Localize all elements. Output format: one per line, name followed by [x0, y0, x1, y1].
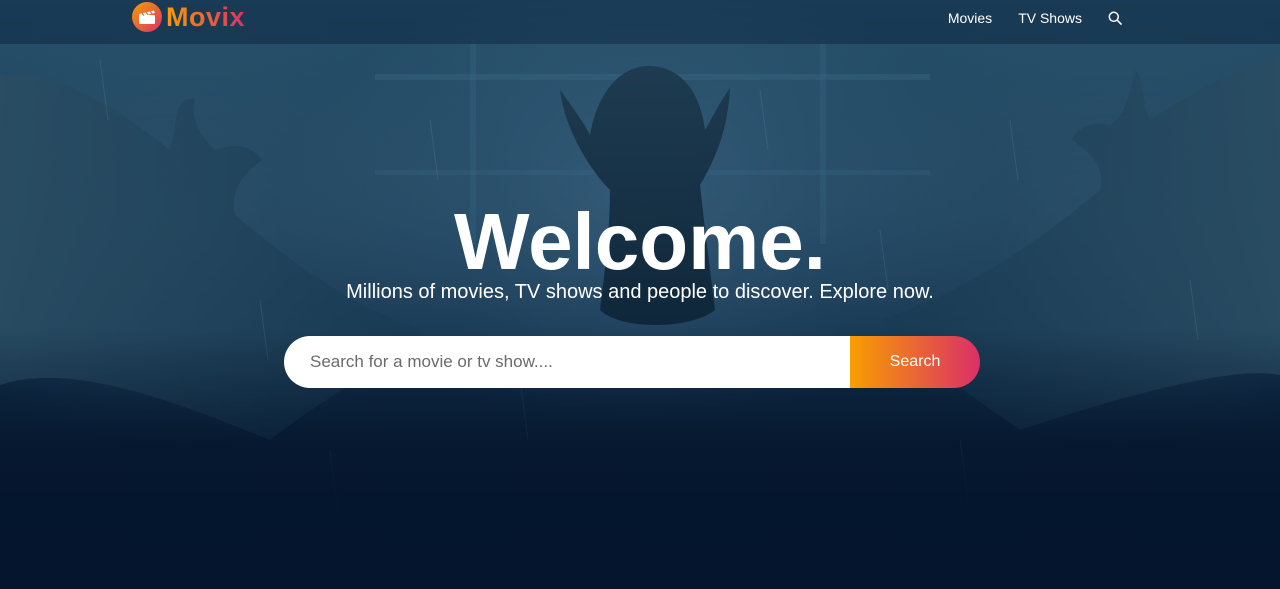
clapperboard-icon	[132, 2, 162, 32]
search-input[interactable]	[284, 336, 850, 388]
search-icon[interactable]	[1108, 11, 1122, 25]
hero-content: Welcome. Millions of movies, TV shows an…	[0, 196, 1280, 304]
hero-search-bar: Search	[284, 336, 980, 388]
hero-subtitle: Millions of movies, TV shows and people …	[346, 281, 934, 303]
page: Movix Movies TV Shows Welcome. Millions …	[0, 0, 1280, 589]
logo[interactable]: Movix	[132, 2, 245, 32]
logo-text: Movix	[166, 2, 246, 32]
nav-item-movies[interactable]: Movies	[948, 10, 992, 26]
nav-menu: Movies TV Shows	[948, 0, 1122, 36]
header: Movix Movies TV Shows	[0, 0, 1280, 44]
search-button[interactable]: Search	[850, 336, 980, 388]
hero-title: Welcome.	[454, 197, 826, 286]
nav-item-tv-shows[interactable]: TV Shows	[1018, 10, 1082, 26]
